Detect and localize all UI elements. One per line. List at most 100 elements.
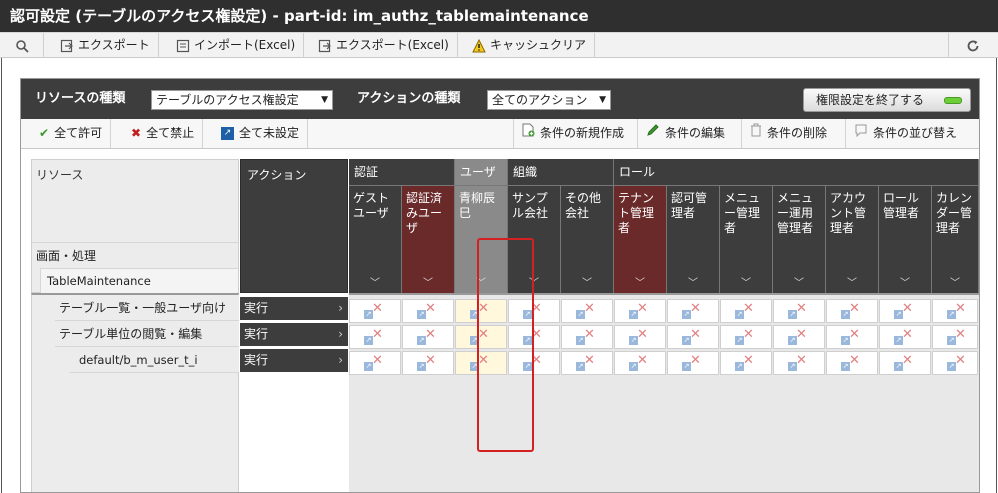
resource-header: リソース 画面・処理 TableMaintenance [31, 159, 239, 293]
column-authenticated-user[interactable]: 認証済みユーザ ﹀ [402, 185, 455, 293]
action-cell-3[interactable]: 実行 › [240, 349, 348, 372]
permission-cell[interactable]: ↗ ✕ [826, 325, 878, 349]
column-tenant-admin[interactable]: テナント管理者 ﹀ [614, 185, 667, 293]
resource-row-1[interactable]: テーブル一覧・一般ユーザ向け [55, 295, 239, 321]
group-organization: 組織 [508, 159, 614, 185]
permission-cell[interactable]: ↗ ✕ [773, 299, 825, 323]
deny-x-icon: ✕ [849, 353, 860, 368]
permission-cell[interactable]: ↗ ✕ [720, 325, 772, 349]
highlight-frame [477, 238, 534, 452]
permission-cell[interactable]: ↗ ✕ [879, 325, 931, 349]
export-button[interactable]: エクスポート [52, 33, 159, 58]
group-auth: 認証 [349, 159, 455, 185]
column-label: メニュー管理者 [724, 191, 761, 235]
permission-cell[interactable]: ↗ ✕ [879, 351, 931, 375]
warning-icon [472, 38, 486, 53]
column-label: サンプル会社 [512, 191, 549, 220]
new-condition-label: 条件の新規作成 [540, 126, 625, 140]
new-condition-button[interactable]: 条件の新規作成 [513, 119, 632, 148]
export-excel-button[interactable]: エクスポート(Excel) [310, 33, 458, 58]
column-guest-user[interactable]: ゲストユーザ ﹀ [349, 185, 402, 293]
permission-cell[interactable]: ↗ ✕ [614, 299, 666, 323]
frame-left-border [1, 58, 2, 493]
permission-cell[interactable]: ↗ ✕ [349, 351, 401, 375]
chevron-right-icon: › [338, 301, 343, 315]
chevron-down-icon: ﹀ [741, 278, 751, 289]
column-other-company[interactable]: その他会社 ﹀ [561, 185, 614, 293]
permission-cell[interactable]: ↗ ✕ [561, 299, 613, 323]
permission-cell[interactable]: ↗ ✕ [349, 325, 401, 349]
column-label: 青柳辰巳 [459, 191, 496, 220]
deny-x-icon: ✕ [743, 301, 754, 316]
column-label: テナント管理者 [618, 191, 655, 235]
end-authz-button[interactable]: 権限設定を終了する [803, 88, 971, 112]
deny-x-icon: ✕ [849, 301, 860, 316]
allow-all-label: 全て許可 [54, 126, 103, 140]
chevron-down-icon: ﹀ [794, 278, 804, 289]
delete-condition-button[interactable]: 条件の削除 [741, 119, 835, 148]
column-label: 認証済みユーザ [406, 191, 443, 235]
action-cell-1[interactable]: 実行 › [240, 297, 348, 320]
import-excel-button[interactable]: インポート(Excel) [168, 33, 305, 58]
action-type-select[interactable]: 全てのアクション ▼ [487, 90, 611, 110]
resource-type-select[interactable]: テーブルのアクセス権設定 ▼ [151, 90, 333, 110]
cache-clear-label: キャッシュクリア [490, 38, 587, 52]
cache-clear-button[interactable]: キャッシュクリア [464, 33, 596, 58]
deny-x-icon: ✕ [690, 327, 701, 342]
permission-cell[interactable]: ↗ ✕ [667, 325, 719, 349]
export-icon [60, 39, 74, 53]
sort-condition-button[interactable]: 条件の並び替え [845, 119, 965, 148]
column-calendar-admin[interactable]: カレンダー管理者 ﹀ [932, 185, 979, 293]
permission-cell[interactable]: ↗ ✕ [561, 325, 613, 349]
trash-icon [750, 119, 762, 148]
deny-x-icon: ✕ [796, 353, 807, 368]
column-label: 認可管理者 [671, 191, 708, 220]
permission-cell[interactable]: ↗ ✕ [826, 299, 878, 323]
column-menu-admin[interactable]: メニュー管理者 ﹀ [720, 185, 773, 293]
permission-cell[interactable]: ↗ ✕ [402, 299, 454, 323]
edit-condition-button[interactable]: 条件の編集 [637, 119, 733, 148]
permission-cell[interactable]: ↗ ✕ [826, 351, 878, 375]
column-account-admin[interactable]: アカウント管理者 ﹀ [826, 185, 879, 293]
deny-x-icon: ✕ [425, 327, 436, 342]
permission-cell[interactable]: ↗ ✕ [402, 351, 454, 375]
column-authz-admin[interactable]: 認可管理者 ﹀ [667, 185, 720, 293]
column-label: ゲストユーザ [353, 191, 390, 220]
deny-all-label: 全て禁止 [146, 126, 195, 140]
permission-cell[interactable]: ↗ ✕ [561, 351, 613, 375]
permission-cell[interactable]: ↗ ✕ [349, 299, 401, 323]
main-toolbar: エクスポート インポート(Excel) エクスポート(Excel) キャッシュク… [0, 32, 998, 58]
permission-cell[interactable]: ↗ ✕ [879, 299, 931, 323]
action-cell-2[interactable]: 実行 › [240, 323, 348, 346]
panel-toolbar: ✔ 全て許可 ✖ 全て禁止 ↗ 全て未設定 条件の新規作成 条件の編集 条件の削… [21, 119, 979, 149]
dropdown-arrow-icon: ▼ [321, 95, 328, 105]
permission-cell[interactable]: ↗ ✕ [932, 351, 978, 375]
chevron-down-icon: ﹀ [423, 278, 433, 289]
permission-cell[interactable]: ↗ ✕ [773, 325, 825, 349]
export-icon [318, 39, 332, 53]
allow-all-button[interactable]: ✔ 全て許可 [31, 119, 112, 148]
refresh-button[interactable] [948, 33, 996, 58]
check-icon: ✔ [39, 126, 50, 140]
permission-cell[interactable]: ↗ ✕ [773, 351, 825, 375]
column-menu-ops-admin[interactable]: メニュー運用管理者 ﹀ [773, 185, 826, 293]
permission-cell[interactable]: ↗ ✕ [932, 325, 978, 349]
permission-cell[interactable]: ↗ ✕ [614, 351, 666, 375]
column-label: メニュー運用管理者 [777, 191, 814, 235]
permission-cell[interactable]: ↗ ✕ [932, 299, 978, 323]
permission-cell[interactable]: ↗ ✕ [402, 325, 454, 349]
permission-cell[interactable]: ↗ ✕ [614, 325, 666, 349]
resource-row-2[interactable]: テーブル単位の閲覧・編集 [55, 321, 239, 347]
deny-x-icon: ✕ [743, 353, 754, 368]
permission-cell[interactable]: ↗ ✕ [720, 351, 772, 375]
permission-cell[interactable]: ↗ ✕ [720, 299, 772, 323]
column-role-admin[interactable]: ロール管理者 ﹀ [879, 185, 932, 293]
action-label: 実行 [244, 301, 269, 315]
permission-cell[interactable]: ↗ ✕ [667, 351, 719, 375]
chevron-down-icon: ﹀ [582, 278, 592, 289]
deny-all-button[interactable]: ✖ 全て禁止 [123, 119, 204, 148]
unset-all-button[interactable]: ↗ 全て未設定 [213, 119, 309, 148]
search-button[interactable] [0, 33, 44, 58]
resource-row-3[interactable]: default/b_m_user_t_i [69, 347, 239, 373]
permission-cell[interactable]: ↗ ✕ [667, 299, 719, 323]
